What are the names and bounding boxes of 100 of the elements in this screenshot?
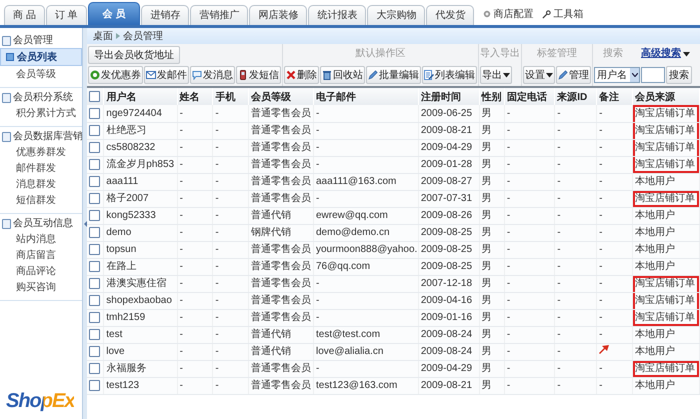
table-cell: - [212,309,248,326]
sidebar-item[interactable]: 会员等级 [0,66,82,82]
action-button[interactable]: 回收站 [320,66,365,84]
table-cell: - [554,207,597,224]
table-cell: 永福服务 [104,360,178,377]
sidebar-group-title[interactable]: 会员积分系统 [0,91,82,105]
table-cell: 港澳实惠住宿 [104,275,178,292]
action-button[interactable]: 批量编辑 [366,66,421,84]
table-cell: - [504,258,555,275]
table-cell: 淘宝店铺订单 [632,309,700,326]
nav-tab[interactable]: 商 品 [4,5,45,25]
send-button[interactable]: 发邮件 [144,66,189,84]
table-cell: 2009-04-16 [418,292,480,309]
table-cell: - [554,326,597,343]
table-cell: tmh2159 [104,309,178,326]
send-button[interactable]: 发优惠券 [88,66,143,84]
breadcrumb-link[interactable]: 桌面 [93,29,113,43]
table-cell: 普通零售会员 [248,258,314,275]
sidebar-item[interactable]: 购买咨询 [0,279,82,295]
table-cell: 男 [479,292,504,309]
table-cell: 普通零售会员 [248,360,314,377]
send-button[interactable]: 发消息 [190,66,235,84]
toolbar-link[interactable]: 工具箱 [542,7,584,21]
table-cell: 在路上 [104,258,178,275]
table-cell: - [212,139,248,156]
column-header: 固定电话 [504,88,555,105]
table-cell: - [504,105,555,122]
table-cell: - [212,377,248,394]
table-cell: - [314,360,418,377]
column-header: 会员等级 [248,88,314,105]
table-cell: - [596,207,632,224]
table-cell: - [212,275,248,292]
table-cell: - [596,190,632,207]
table-cell: - [212,190,248,207]
table-cell: - [177,122,213,139]
sidebar-item[interactable]: 消息群发 [0,176,82,192]
table-cell: - [554,173,597,190]
sidebar-item[interactable]: 邮件群发 [0,160,82,176]
table-cell: 2007-07-31 [418,190,480,207]
manage-button[interactable]: 管理 [556,66,591,84]
table-cell: - [596,360,632,377]
nav-tab[interactable]: 订 单 [46,5,87,25]
sidebar-item[interactable]: 短信群发 [0,192,82,208]
table-cell: - [554,139,597,156]
export-address-button[interactable]: 导出会员收货地址 [88,46,180,64]
sidebar-group-title[interactable]: 会员管理 [0,34,82,48]
table-cell: 男 [479,377,504,394]
table-cell: 淘宝店铺订单 [632,105,700,122]
toolbar-link[interactable]: 商店配置 [483,7,534,21]
table-cell: - [177,190,213,207]
table-cell: - [177,292,213,309]
search-field-select[interactable]: 用户名 [594,67,640,83]
table-cell: - [212,224,248,241]
table-cell: - [596,275,632,292]
sidebar-item[interactable]: 商店留言 [0,247,82,263]
nav-tab[interactable]: 网店装修 [249,5,308,25]
table-cell: - [177,207,213,224]
column-header: 注册时间 [418,88,480,105]
table-cell: 男 [479,173,504,190]
send-button[interactable]: 发短信 [236,66,281,84]
table-cell: - [504,326,555,343]
nav-tab[interactable]: 会 员 [88,2,140,25]
table-cell: - [212,360,248,377]
table-cell: - [177,343,213,360]
column-header: 性别 [479,88,504,105]
table-cell: 本地用户 [632,224,700,241]
column-header: 姓名 [177,88,213,105]
table-cell: nge9724404 [104,105,178,122]
nav-tab[interactable]: 代发货 [426,5,474,25]
table-cell: - [596,309,632,326]
table-cell: - [554,377,597,394]
table-cell: - [504,207,555,224]
sidebar-item[interactable]: 积分累计方式 [0,105,82,121]
advanced-search-link[interactable]: 高级搜索 [641,46,690,62]
table-cell: 男 [479,156,504,173]
sidebar-item[interactable]: 会员列表 [0,48,82,66]
table-cell: 淘宝店铺订单 [632,292,700,309]
nav-tab[interactable]: 进销存 [141,5,190,25]
table-cell: kong52333 [104,207,178,224]
sidebar-group-title[interactable]: 会员互动信息 [0,217,82,231]
table-cell: love [104,343,178,360]
nav-tab[interactable]: 统计报表 [308,5,366,25]
action-button[interactable]: 列表编辑 [422,66,477,84]
table-cell: shopexbaobao [104,292,178,309]
table-cell: - [504,275,555,292]
settings-dropdown[interactable]: 设置 [523,66,555,84]
nav-tab[interactable]: 大宗购物 [367,5,426,25]
table-cell: 普通零售会员 [248,122,314,139]
sidebar-item[interactable]: 商品评论 [0,263,82,279]
search-button[interactable]: 搜索 [666,66,692,84]
nav-tab[interactable]: 营销推广 [190,5,248,25]
sidebar-group-title[interactable]: 会员数据库营销 [0,130,82,144]
sidebar-item[interactable]: 站内消息 [0,231,82,247]
export-dropdown[interactable]: 导出 [480,66,512,84]
sidebar-item[interactable]: 优惠券群发 [0,144,82,160]
action-button[interactable]: 删除 [284,66,319,84]
table-cell: 普通零售会员 [248,377,314,394]
table-cell: - [314,309,418,326]
table-cell: 2009-08-25 [418,241,480,258]
group-title: 标签管理 [536,46,578,61]
